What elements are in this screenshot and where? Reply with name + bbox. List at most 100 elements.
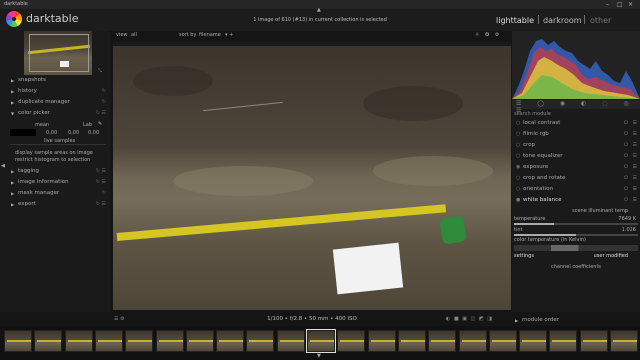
filmstrip-thumbnail[interactable]	[64, 330, 93, 352]
module-crop[interactable]: ○ crop ⏻ ☰	[512, 140, 640, 151]
filmstrip-thumbnail[interactable]	[367, 330, 396, 352]
power-icon[interactable]: ⏻	[624, 151, 628, 162]
filmstrip-thumbnail[interactable]	[610, 330, 638, 352]
reset-icon[interactable]: ↻ ☰	[96, 108, 106, 119]
power-icon[interactable]: ⏻	[624, 162, 628, 173]
module-tone-equalizer[interactable]: ○ tone equalizer ⏻ ☰	[512, 151, 640, 162]
navigation-frame[interactable]	[29, 34, 89, 72]
presets-icon[interactable]: ☰	[633, 129, 637, 140]
temperature-slider-track[interactable]	[514, 223, 638, 225]
module-crop-and-rotate[interactable]: ○ crop and rotate ⏻ ☰	[512, 173, 640, 184]
presets-icon[interactable]: ☰	[633, 173, 637, 184]
view-other[interactable]: other	[590, 16, 611, 26]
collapse-bottom-icon[interactable]: ▼	[317, 353, 321, 359]
reset-icon[interactable]: ↻ ☰	[96, 166, 106, 177]
module-local-contrast[interactable]: ○ local contrast ⏻ ☰	[512, 118, 640, 129]
maximize-button[interactable]: □	[617, 0, 623, 9]
sort-select[interactable]: filename	[199, 31, 221, 40]
module-filmic-rgb[interactable]: ○ filmic rgb ⏻ ☰	[512, 129, 640, 140]
module-icon: ○	[516, 153, 521, 159]
settings-row[interactable]: settings user modified	[514, 252, 638, 260]
module-color-picker[interactable]: ▼ color picker ↻ ☰	[0, 108, 110, 119]
picker-mode-select[interactable]: mean	[35, 122, 49, 128]
collapse-top-icon[interactable]: ▲	[317, 7, 321, 13]
module-mask-manager[interactable]: ▶ mask manager ↻	[0, 188, 110, 199]
module-image-information[interactable]: ▶ image information ↻ ☰	[0, 177, 110, 188]
image-canvas[interactable]	[113, 42, 511, 310]
eyedropper-icon[interactable]: ✎	[98, 121, 102, 127]
filmstrip-thumbnail[interactable]	[519, 330, 548, 352]
reset-icon[interactable]: ↻ ☰	[96, 199, 106, 210]
temperature-slider[interactable]: temperature 7649 K	[514, 215, 638, 223]
power-icon[interactable]: ⏻	[624, 129, 628, 140]
filmstrip-thumbnail[interactable]	[549, 330, 578, 352]
power-icon[interactable]: ⏻	[624, 118, 628, 129]
view-lighttable[interactable]: lighttable	[496, 16, 534, 26]
presets-icon[interactable]: ☰	[633, 140, 637, 151]
filmstrip-thumbnail[interactable]	[579, 330, 608, 352]
module-order-row[interactable]: ▶ module order	[512, 316, 640, 325]
module-history[interactable]: ▶ history ↻	[0, 86, 110, 97]
display-sample-areas-toggle[interactable]: display sample areas on image	[15, 150, 93, 156]
channel-coefficients-section[interactable]: channel coefficients	[514, 263, 638, 271]
preset-buttons-row[interactable]	[514, 245, 638, 251]
presets-icon[interactable]: ☰	[633, 118, 637, 129]
histogram[interactable]	[512, 31, 640, 99]
module-orientation[interactable]: ○ orientation ⏻ ☰	[512, 184, 640, 195]
expand-arrow-icon: ▶	[11, 191, 15, 196]
sort-direction-icon[interactable]: ▾ +	[225, 31, 233, 40]
filmstrip-thumbnail[interactable]	[458, 330, 487, 352]
bottom-toolbar-icons[interactable]: ◐ ■ ▣ ◫ ◩ ◨	[446, 316, 493, 322]
filmstrip-thumbnail[interactable]	[397, 330, 426, 352]
filmstrip-thumbnail[interactable]	[125, 330, 154, 352]
filmstrip-thumbnail[interactable]	[428, 330, 457, 352]
module-duplicate-manager[interactable]: ▶ duplicate manager ↻	[0, 97, 110, 108]
power-icon[interactable]: ⏻	[624, 140, 628, 151]
module-group-tabs[interactable]: ☰ ◯ ◉ ◐ ◌ ◎ ☰	[512, 100, 640, 114]
presets-icon[interactable]: ☰	[633, 184, 637, 195]
search-module-input[interactable]: search module	[512, 110, 640, 118]
filmstrip-thumbnail[interactable]	[276, 330, 305, 352]
view-separator: |	[537, 15, 541, 25]
filmstrip-thumbnail[interactable]	[4, 330, 32, 352]
restrict-histogram-toggle[interactable]: restrict histogram to selection	[15, 157, 90, 163]
module-snapshots[interactable]: ▶ snapshots	[0, 75, 110, 86]
module-white-balance[interactable]: ● white balance ⏻ ☰	[512, 195, 640, 206]
filmstrip-thumbnail[interactable]	[246, 330, 275, 352]
picker-space-select[interactable]: Lab	[83, 122, 92, 128]
filmstrip-thumbnail[interactable]	[185, 330, 214, 352]
filmstrip-thumbnail[interactable]	[488, 330, 517, 352]
filmstrip-thumbnail[interactable]	[337, 330, 366, 352]
power-icon[interactable]: ⏻	[624, 184, 628, 195]
reset-icon[interactable]: ↻	[102, 97, 106, 108]
view-darkroom[interactable]: darkroom	[543, 16, 582, 26]
close-button[interactable]: ×	[628, 0, 633, 9]
view-filter-select[interactable]: all	[131, 31, 137, 40]
presets-icon[interactable]: ☰	[633, 195, 637, 206]
filmstrip-thumbnail[interactable]	[306, 329, 336, 353]
main-photo[interactable]	[113, 46, 511, 310]
navigation-thumbnail[interactable]	[24, 31, 92, 75]
tint-slider[interactable]: tint 1.026	[514, 226, 638, 234]
filmstrip-thumbnail[interactable]	[216, 330, 245, 352]
filmstrip-thumbnail[interactable]	[94, 330, 123, 352]
reset-icon[interactable]: ↻	[102, 86, 106, 97]
module-exposure[interactable]: ◉ exposure ⏻ ☰	[512, 162, 640, 173]
presets-icon[interactable]: ☰	[633, 162, 637, 173]
module-export[interactable]: ▶ export ↻ ☰	[0, 199, 110, 210]
presets-icon[interactable]: ☰	[633, 151, 637, 162]
filmstrip-thumbnail[interactable]	[155, 330, 184, 352]
zoom-icon[interactable]: ⤡	[98, 68, 102, 74]
filmstrip-thumbnail[interactable]	[34, 330, 63, 352]
reset-icon[interactable]: ↻	[102, 188, 106, 199]
bottom-left-icons[interactable]: ☰ ⚙	[114, 316, 125, 322]
module-icon: ○	[516, 142, 521, 148]
reset-icon[interactable]: ↻ ☰	[96, 177, 106, 188]
module-tagging[interactable]: ▶ tagging ↻ ☰	[0, 166, 110, 177]
minimize-button[interactable]: –	[606, 0, 609, 9]
power-icon[interactable]: ⏻	[624, 195, 628, 206]
collapse-left-icon[interactable]: ◀	[1, 163, 5, 169]
picked-color-swatch	[10, 129, 36, 136]
power-icon[interactable]: ⏻	[624, 173, 628, 184]
toolbar-icons[interactable]: ☼ ✪ ⚙	[475, 31, 501, 40]
